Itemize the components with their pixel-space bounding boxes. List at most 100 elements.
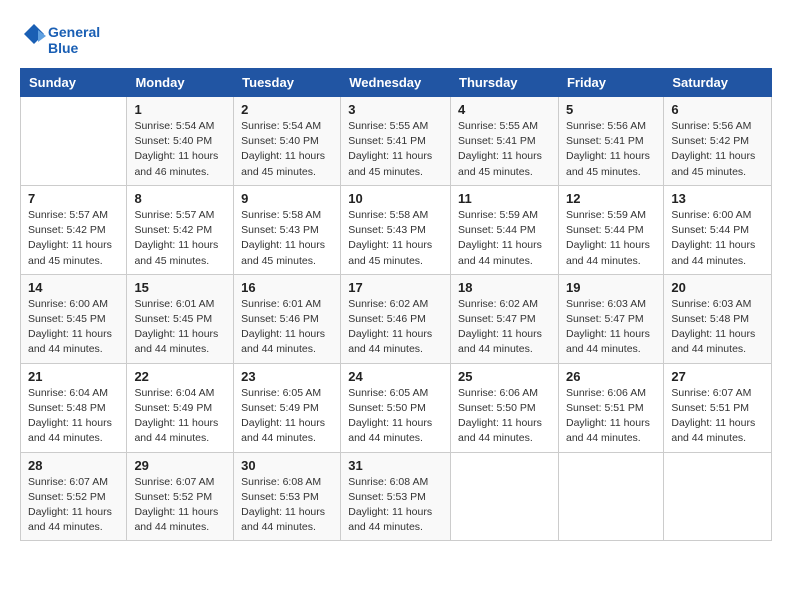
day-number: 10 [348,191,443,206]
day-number: 14 [28,280,119,295]
calendar-cell [21,97,127,186]
day-info: Sunrise: 5:57 AMSunset: 5:42 PMDaylight:… [134,208,226,269]
day-info: Sunrise: 6:00 AMSunset: 5:45 PMDaylight:… [28,297,119,358]
calendar-header-tuesday: Tuesday [234,69,341,97]
day-number: 6 [671,102,764,117]
calendar-header-thursday: Thursday [451,69,559,97]
calendar-header-saturday: Saturday [664,69,772,97]
calendar-header-wednesday: Wednesday [341,69,451,97]
day-info: Sunrise: 6:04 AMSunset: 5:49 PMDaylight:… [134,386,226,447]
day-number: 22 [134,369,226,384]
day-number: 30 [241,458,333,473]
calendar-cell: 29Sunrise: 6:07 AMSunset: 5:52 PMDayligh… [127,452,234,541]
day-number: 15 [134,280,226,295]
day-info: Sunrise: 6:07 AMSunset: 5:52 PMDaylight:… [134,475,226,536]
day-number: 17 [348,280,443,295]
logo: General Blue [20,20,110,60]
day-info: Sunrise: 6:04 AMSunset: 5:48 PMDaylight:… [28,386,119,447]
day-info: Sunrise: 6:08 AMSunset: 5:53 PMDaylight:… [348,475,443,536]
day-number: 24 [348,369,443,384]
calendar-header-friday: Friday [558,69,663,97]
calendar-header-sunday: Sunday [21,69,127,97]
calendar-cell: 2Sunrise: 5:54 AMSunset: 5:40 PMDaylight… [234,97,341,186]
calendar-cell: 7Sunrise: 5:57 AMSunset: 5:42 PMDaylight… [21,185,127,274]
calendar-table: SundayMondayTuesdayWednesdayThursdayFrid… [20,68,772,541]
calendar-cell: 18 Sunrise: 6:02 AMSunset: 5:47 PMDayligh… [451,274,559,363]
calendar-cell: 5Sunrise: 5:56 AMSunset: 5:41 PMDaylight… [558,97,663,186]
calendar-cell: 31 Sunrise: 6:08 AMSunset: 5:53 PMDayligh… [341,452,451,541]
day-number: 31 [348,458,443,473]
calendar-week-row: 14 Sunrise: 6:00 AMSunset: 5:45 PMDayligh… [21,274,772,363]
day-number: 2 [241,102,333,117]
day-number: 25 [458,369,551,384]
calendar-cell: 20 Sunrise: 6:03 AMSunset: 5:48 PMDayligh… [664,274,772,363]
day-info: Sunrise: 6:05 AMSunset: 5:50 PMDaylight:… [348,386,443,447]
calendar-cell: 4Sunrise: 5:55 AMSunset: 5:41 PMDaylight… [451,97,559,186]
day-info: Sunrise: 5:59 AMSunset: 5:44 PMDaylight:… [566,208,656,269]
calendar-cell: 17 Sunrise: 6:02 AMSunset: 5:46 PMDayligh… [341,274,451,363]
calendar-week-row: 1 Sunrise: 5:54 AMSunset: 5:40 PMDaylight… [21,97,772,186]
day-info: Sunrise: 5:55 AMSunset: 5:41 PMDaylight:… [458,119,551,180]
day-info: Sunrise: 5:57 AMSunset: 5:42 PMDaylight:… [28,208,119,269]
day-info: Sunrise: 6:03 AMSunset: 5:48 PMDaylight:… [671,297,764,358]
day-number: 23 [241,369,333,384]
day-number: 28 [28,458,119,473]
calendar-cell: 12 Sunrise: 5:59 AMSunset: 5:44 PMDayligh… [558,185,663,274]
day-number: 9 [241,191,333,206]
day-number: 27 [671,369,764,384]
day-info: Sunrise: 6:03 AMSunset: 5:47 PMDaylight:… [566,297,656,358]
day-number: 20 [671,280,764,295]
day-info: Sunrise: 6:02 AMSunset: 5:46 PMDaylight:… [348,297,443,358]
calendar-cell: 15 Sunrise: 6:01 AMSunset: 5:45 PMDayligh… [127,274,234,363]
day-info: Sunrise: 5:55 AMSunset: 5:41 PMDaylight:… [348,119,443,180]
calendar-cell: 14 Sunrise: 6:00 AMSunset: 5:45 PMDayligh… [21,274,127,363]
calendar-header-monday: Monday [127,69,234,97]
calendar-cell: 13Sunrise: 6:00 AMSunset: 5:44 PMDayligh… [664,185,772,274]
day-info: Sunrise: 5:58 AMSunset: 5:43 PMDaylight:… [348,208,443,269]
calendar-cell: 30 Sunrise: 6:08 AMSunset: 5:53 PMDayligh… [234,452,341,541]
day-info: Sunrise: 6:07 AMSunset: 5:51 PMDaylight:… [671,386,764,447]
day-number: 18 [458,280,551,295]
day-info: Sunrise: 5:54 AMSunset: 5:40 PMDaylight:… [134,119,226,180]
day-info: Sunrise: 6:01 AMSunset: 5:46 PMDaylight:… [241,297,333,358]
day-info: Sunrise: 6:06 AMSunset: 5:50 PMDaylight:… [458,386,551,447]
calendar-cell: 16 Sunrise: 6:01 AMSunset: 5:46 PMDayligh… [234,274,341,363]
svg-text:Blue: Blue [48,40,79,56]
day-info: Sunrise: 6:05 AMSunset: 5:49 PMDaylight:… [241,386,333,447]
day-number: 3 [348,102,443,117]
general-blue-logo: General Blue [20,20,110,60]
calendar-week-row: 28 Sunrise: 6:07 AMSunset: 5:52 PMDayligh… [21,452,772,541]
day-info: Sunrise: 6:08 AMSunset: 5:53 PMDaylight:… [241,475,333,536]
calendar-cell: 23 Sunrise: 6:05 AMSunset: 5:49 PMDayligh… [234,363,341,452]
calendar-cell: 25 Sunrise: 6:06 AMSunset: 5:50 PMDayligh… [451,363,559,452]
day-number: 19 [566,280,656,295]
calendar-cell: 19 Sunrise: 6:03 AMSunset: 5:47 PMDayligh… [558,274,663,363]
calendar-cell: 24 Sunrise: 6:05 AMSunset: 5:50 PMDayligh… [341,363,451,452]
day-info: Sunrise: 6:00 AMSunset: 5:44 PMDaylight:… [671,208,764,269]
calendar-header-row: SundayMondayTuesdayWednesdayThursdayFrid… [21,69,772,97]
day-number: 8 [134,191,226,206]
page-header: General Blue [20,20,772,60]
svg-text:General: General [48,24,100,40]
day-info: Sunrise: 6:07 AMSunset: 5:52 PMDaylight:… [28,475,119,536]
day-number: 16 [241,280,333,295]
calendar-cell: 22 Sunrise: 6:04 AMSunset: 5:49 PMDayligh… [127,363,234,452]
day-info: Sunrise: 5:58 AMSunset: 5:43 PMDaylight:… [241,208,333,269]
calendar-cell [664,452,772,541]
calendar-cell: 10 Sunrise: 5:58 AMSunset: 5:43 PMDayligh… [341,185,451,274]
calendar-cell: 11Sunrise: 5:59 AMSunset: 5:44 PMDayligh… [451,185,559,274]
calendar-cell: 6Sunrise: 5:56 AMSunset: 5:42 PMDaylight… [664,97,772,186]
calendar-cell: 1 Sunrise: 5:54 AMSunset: 5:40 PMDaylight… [127,97,234,186]
day-number: 1 [134,102,226,117]
day-number: 12 [566,191,656,206]
day-info: Sunrise: 6:02 AMSunset: 5:47 PMDaylight:… [458,297,551,358]
day-info: Sunrise: 6:01 AMSunset: 5:45 PMDaylight:… [134,297,226,358]
calendar-cell: 9 Sunrise: 5:58 AMSunset: 5:43 PMDaylight… [234,185,341,274]
calendar-cell: 21Sunrise: 6:04 AMSunset: 5:48 PMDayligh… [21,363,127,452]
calendar-cell: 28 Sunrise: 6:07 AMSunset: 5:52 PMDayligh… [21,452,127,541]
day-number: 11 [458,191,551,206]
day-number: 26 [566,369,656,384]
calendar-cell: 26Sunrise: 6:06 AMSunset: 5:51 PMDayligh… [558,363,663,452]
calendar-cell: 8 Sunrise: 5:57 AMSunset: 5:42 PMDaylight… [127,185,234,274]
day-info: Sunrise: 5:56 AMSunset: 5:41 PMDaylight:… [566,119,656,180]
